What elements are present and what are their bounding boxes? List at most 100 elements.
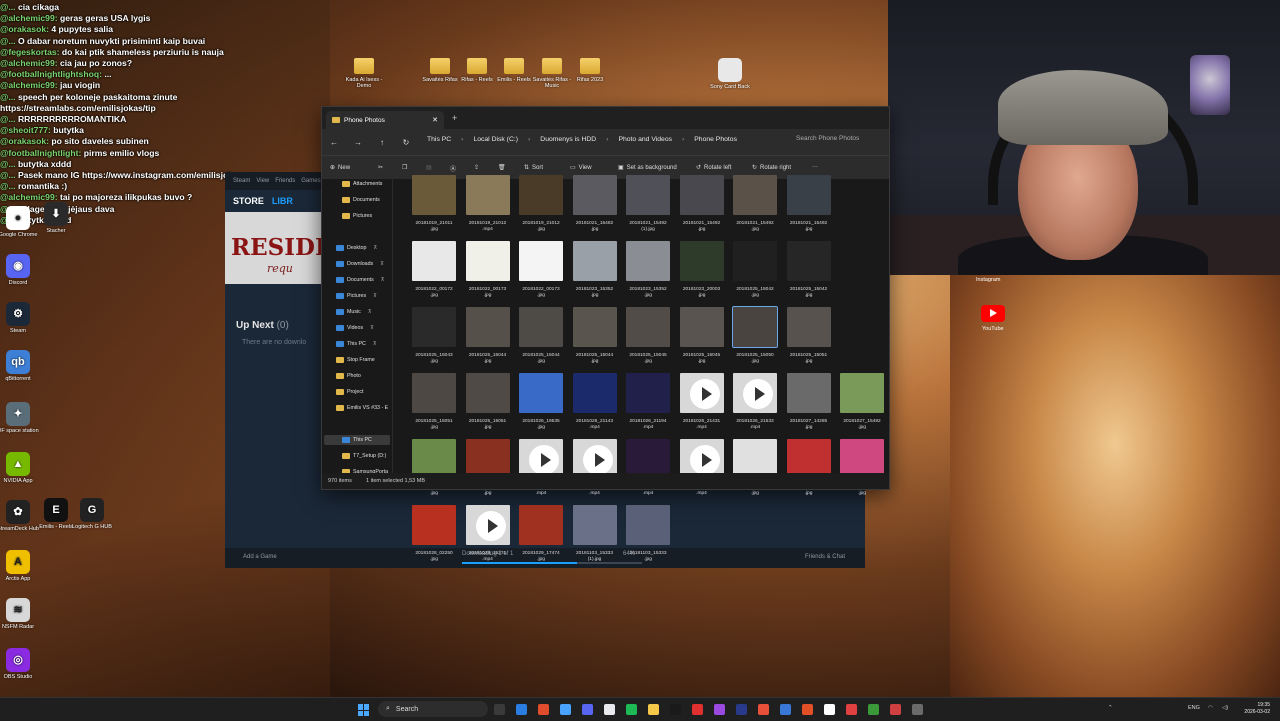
share-icon[interactable]: ⇪	[474, 164, 479, 171]
desktop-icon[interactable]: ≋ NSFM Radar	[0, 598, 40, 630]
view-button[interactable]: ▭ View	[570, 164, 592, 172]
file-tile[interactable]: 20181103_15333 (1).jpg	[569, 505, 621, 569]
file-tile[interactable]: 20181029_17474 .jpg	[515, 505, 567, 569]
desktop-icon[interactable]: ▲ NVIDIA App	[0, 452, 40, 484]
sort-button[interactable]: ⇅ Sort	[524, 164, 543, 172]
rotate-left-button[interactable]: ↺ Rotate left	[696, 164, 731, 172]
sidebar-item[interactable]: Emilis VS #33 - E	[336, 405, 388, 411]
file-tile[interactable]: 20181025_15043 .jpg	[408, 307, 460, 371]
file-tile[interactable]: 20181026_21431 .mp4	[676, 373, 728, 437]
sidebar-item[interactable]: Stop Frame	[336, 357, 375, 363]
desktop-icon[interactable]: G Logitech G HUB	[70, 498, 114, 530]
file-tile[interactable]: 20181019_21012 .jpg	[515, 175, 567, 239]
taskbar-search[interactable]: ⌕ Search	[378, 701, 488, 717]
file-tile[interactable]: 20181019_21012 .mp4	[462, 175, 514, 239]
sidebar-item[interactable]: Downloads ⊼	[336, 261, 384, 267]
file-tile[interactable]: 20181028_02244.jpg	[836, 439, 888, 503]
taskbar-app-icon[interactable]	[868, 704, 879, 715]
file-tile[interactable]: 20181023_15352 .jpg	[569, 241, 621, 305]
file-tile[interactable]: 20181025_15042 .jpg	[783, 241, 835, 305]
close-tab-icon[interactable]: ✕	[432, 116, 438, 124]
file-tile[interactable]: 20181028_15271 .mp4	[462, 505, 514, 569]
search-input[interactable]: Search Phone Photos	[796, 135, 886, 142]
sidebar-item[interactable]: Pictures	[342, 213, 372, 219]
file-tile[interactable]: 20181027_14285 .jpg	[783, 373, 835, 437]
file-tile[interactable]: 20181025_15045 .jpg	[676, 307, 728, 371]
file-tile[interactable]: 20181028_02053.mp4	[622, 439, 674, 503]
desktop-icon[interactable]: qb qBittorrent	[0, 350, 40, 382]
breadcrumb-item[interactable]: Phone Photos	[694, 136, 737, 143]
desktop-icon[interactable]: ⚙ Steam	[0, 302, 40, 334]
sidebar-item[interactable]: Project	[336, 389, 364, 395]
file-tile[interactable]: 20181021_15492 .jpg	[729, 175, 781, 239]
taskbar-app-icon[interactable]	[758, 704, 769, 715]
delete-icon[interactable]: 🗑	[498, 164, 506, 171]
sidebar-item[interactable]: This PC ⊼	[336, 341, 377, 347]
taskbar-app-icon[interactable]	[824, 704, 835, 715]
taskbar-app-icon[interactable]	[780, 704, 791, 715]
youtube-icon[interactable]	[981, 305, 1005, 322]
file-tile[interactable]: 20181026_21194 .mp4	[622, 373, 674, 437]
desktop-icon[interactable]: ⬇ Stacher	[34, 202, 78, 234]
cut-icon[interactable]: ✂	[378, 164, 383, 171]
taskbar-app-icon[interactable]	[538, 704, 549, 715]
file-tile[interactable]: 20181021_15482 .jpg	[569, 175, 621, 239]
file-tile[interactable]: 20181028_02051.mp4	[515, 439, 567, 503]
file-tile[interactable]: 20181025_15044 .jpg	[462, 307, 514, 371]
desktop-icon[interactable]: A Arctis App	[0, 550, 40, 582]
steam-menu-item[interactable]: Games	[301, 178, 320, 184]
rotate-right-button[interactable]: ↻ Rotate right	[752, 164, 791, 172]
file-tile[interactable]: 20181019_21011 .jpg	[408, 175, 460, 239]
back-icon[interactable]: ←	[322, 138, 346, 147]
more-options-button[interactable]: ···	[812, 164, 818, 170]
steam-menu-item[interactable]: View	[256, 178, 269, 184]
file-tile[interactable]: 20181026_21533 .mp4	[729, 373, 781, 437]
desktop-icon[interactable]: ◎ OBS Studio	[0, 648, 40, 680]
refresh-icon[interactable]: ↻	[394, 138, 418, 147]
taskbar-app-icon[interactable]	[516, 704, 527, 715]
file-tile[interactable]: 20181022_00173 .jpg	[515, 241, 567, 305]
sidebar-item[interactable]: Desktop ⊼	[336, 245, 377, 251]
taskbar-app-icon[interactable]	[582, 704, 593, 715]
up-icon[interactable]: ↑	[370, 138, 394, 147]
file-tile[interactable]: 20181026_21143 .mp4	[569, 373, 621, 437]
file-tile[interactable]: 20181021_15492 .jpg	[783, 175, 835, 239]
sidebar-item[interactable]: Attachments	[342, 181, 382, 187]
file-tile[interactable]: 20181103_15333 .jpg	[622, 505, 674, 569]
start-button[interactable]	[358, 704, 370, 716]
taskbar-app-icon[interactable]	[912, 704, 923, 715]
file-tile[interactable]: 20181025_15051 .jpg	[408, 373, 460, 437]
taskbar-app-icon[interactable]	[604, 704, 615, 715]
tray-overflow-icon[interactable]: ⌃	[1108, 705, 1113, 711]
copy-icon[interactable]: ❐	[402, 164, 407, 171]
breadcrumb-item[interactable]: Duomenys is HDD	[540, 136, 596, 143]
taskbar-app-icon[interactable]	[626, 704, 637, 715]
steam-menu-item[interactable]: Friends	[275, 178, 295, 184]
file-tile[interactable]: 20181025_15044 .jpg	[569, 307, 621, 371]
breadcrumb-item[interactable]: Photo and Videos	[618, 136, 672, 143]
clock[interactable]: 19:35 2026-03-02	[1244, 702, 1270, 716]
taskbar-app-icon[interactable]	[560, 704, 571, 715]
sidebar-item[interactable]: Documents ⊼	[336, 277, 384, 283]
taskbar-app-icon[interactable]	[890, 704, 901, 715]
sidebar-item[interactable]: This PC	[342, 437, 372, 443]
set-background-button[interactable]: ▣ Set as background	[618, 164, 677, 172]
sidebar-item[interactable]: Photo	[336, 373, 361, 379]
taskbar-app-icon[interactable]	[846, 704, 857, 715]
file-tile[interactable]: 20181025_15051 .jpg	[462, 373, 514, 437]
desktop-icon-sony[interactable]: Sony Card Back	[708, 58, 752, 90]
sidebar-item[interactable]: Pictures ⊼	[336, 293, 377, 299]
add-game-button[interactable]: Add a Game	[243, 554, 277, 560]
file-tile[interactable]: 20181028_02243.jpg	[783, 439, 835, 503]
file-tile[interactable]: 20181023_20003 .jpg	[676, 241, 728, 305]
file-tile[interactable]: 20181028_02232.jpg	[729, 439, 781, 503]
file-tile[interactable]: 20181028_02052.mp4	[569, 439, 621, 503]
forward-icon[interactable]: →	[346, 138, 370, 147]
file-tile[interactable]: 20181025_15044 .jpg	[515, 307, 567, 371]
steam-nav-store[interactable]: STORE	[233, 196, 264, 206]
file-tile[interactable]: 20181027_15493.jpg	[408, 439, 460, 503]
file-tile[interactable]: 20181028_02250 .jpg	[408, 505, 460, 569]
steam-nav-library[interactable]: LIBR	[272, 196, 293, 206]
file-tile[interactable]: 20181028_02051.jpg	[462, 439, 514, 503]
file-tile[interactable]: 20181028_02054.mp4	[676, 439, 728, 503]
